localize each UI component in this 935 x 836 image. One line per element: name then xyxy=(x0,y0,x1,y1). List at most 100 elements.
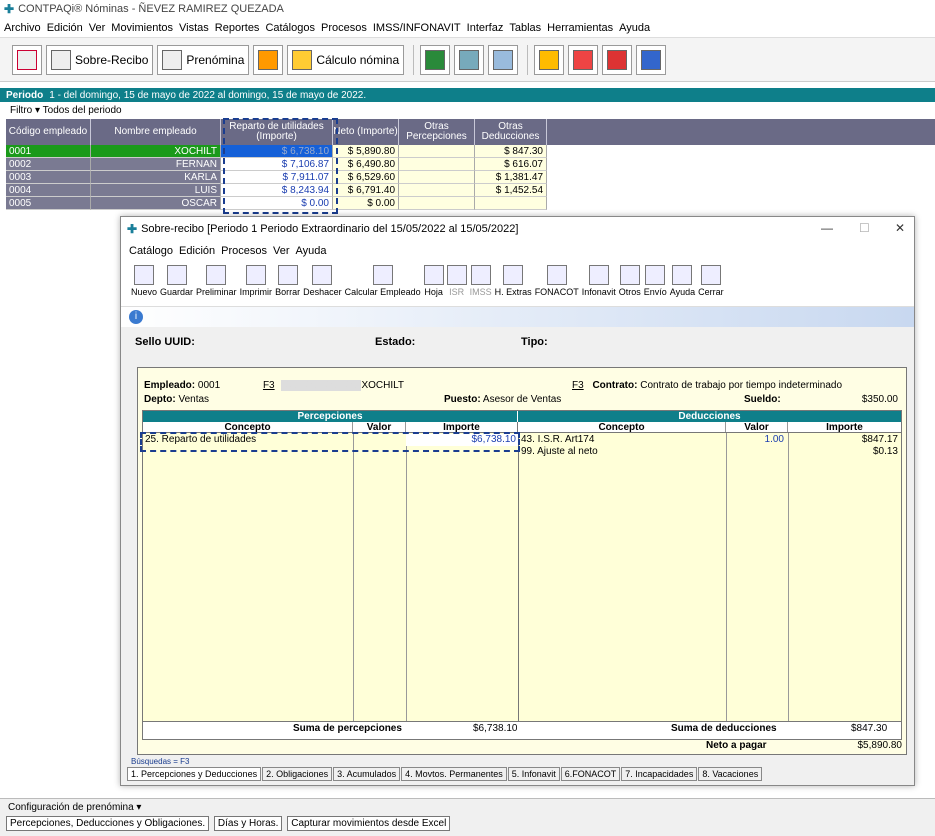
dialog-tab[interactable]: 7. Incapacidades xyxy=(621,767,698,781)
menu-item[interactable]: Tablas xyxy=(509,22,541,34)
col-header-name[interactable]: Nombre empleado xyxy=(91,119,221,145)
menu-item[interactable]: Reportes xyxy=(215,22,260,34)
menu-item[interactable]: Edición xyxy=(47,22,83,34)
menu-item[interactable]: Interfaz xyxy=(467,22,504,34)
tool-infonavit-button[interactable]: Infonavit xyxy=(582,265,616,297)
toolbar-separator xyxy=(413,44,415,75)
ded-row[interactable]: 99. Ajuste al neto $0.13 xyxy=(519,446,902,458)
ded-row[interactable]: 43. I.S.R. Art174 1.00 $847.17 xyxy=(519,434,902,446)
tab-percepciones[interactable]: Percepciones, Deducciones y Obligaciones… xyxy=(6,816,210,831)
tool-borrar-button[interactable]: Borrar xyxy=(275,265,300,297)
dialog-menu-item[interactable]: Edición xyxy=(179,245,215,257)
dialog-tab[interactable]: 2. Obligaciones xyxy=(262,767,333,781)
menu-item[interactable]: Vistas xyxy=(179,22,209,34)
menu-item[interactable]: Movimientos xyxy=(111,22,173,34)
imss-button[interactable] xyxy=(602,44,633,75)
layout-button[interactable] xyxy=(454,44,485,75)
app-title: CONTPAQi® Nóminas - ÑEVEZ RAMIREZ QUEZAD… xyxy=(18,3,284,15)
table-row[interactable]: 0001 XOCHILT $ 6,738.10 $ 5,890.80 $ 847.30 xyxy=(6,145,935,158)
exit-button[interactable] xyxy=(636,44,667,75)
table-row[interactable]: 0003 KARLA $ 7,911.07 $ 6,529.60 $ 1,381.47 xyxy=(6,171,935,184)
dialog-tab[interactable]: 1. Percepciones y Deducciones xyxy=(127,767,262,781)
filter-dropdown[interactable]: Filtro xyxy=(10,105,32,116)
dialog-tab[interactable]: 8. Vacaciones xyxy=(698,767,763,781)
table-row[interactable]: 0002 FERNAN $ 7,106.87 $ 6,490.80 $ 616.07 xyxy=(6,158,935,171)
table-row[interactable]: 0005 OSCAR $ 0.00 $ 0.00 xyxy=(6,197,935,210)
close-icon[interactable]: ✕ xyxy=(895,221,905,235)
menu-item[interactable]: Procesos xyxy=(321,22,367,34)
infonavit-button[interactable] xyxy=(568,44,599,75)
depto-row: Depto: Ventas xyxy=(144,394,209,405)
dialog-tab[interactable]: 6.FONACOT xyxy=(560,767,621,781)
menu-item[interactable]: Ayuda xyxy=(619,22,650,34)
perc-concepto-header: Concepto xyxy=(143,422,353,433)
maximize-icon[interactable]: ☐ xyxy=(859,221,870,235)
tool-guardar-button[interactable]: Guardar xyxy=(160,265,193,297)
col-header-otras-percepciones[interactable]: Otras Percepciones xyxy=(399,119,475,145)
config-prenomina[interactable]: Configuración de prenómina ▾ xyxy=(0,799,935,816)
info-bar: i xyxy=(121,307,914,327)
menu-item[interactable]: IMSS/INFONAVIT xyxy=(373,22,461,34)
tool-calcular-empleado-button[interactable]: Calcular Empleado xyxy=(345,265,421,297)
tool-ayuda-button[interactable]: Ayuda xyxy=(670,265,695,297)
tool-label: Infonavit xyxy=(581,287,616,297)
calculo-nomina-button[interactable]: Cálculo nómina xyxy=(287,44,405,75)
col-header-otras-deducciones[interactable]: Otras Deducciones xyxy=(475,119,547,145)
tool-h-extras-button[interactable]: H. Extras xyxy=(495,265,532,297)
period-bar: Periodo 1 - del domingo, 15 de mayo de 2… xyxy=(0,88,935,102)
tool-cerrar-button[interactable]: Cerrar xyxy=(698,265,724,297)
tool-fonacot-button[interactable]: FONACOT xyxy=(535,265,579,297)
tool-env-o-button[interactable]: Envío xyxy=(644,265,667,297)
row-code[interactable]: 0003 xyxy=(6,171,91,184)
deducciones-header: Deducciones xyxy=(678,411,741,422)
empleado-code[interactable]: 0001 xyxy=(198,380,220,391)
section-header: Percepciones Deducciones xyxy=(143,411,901,422)
f3-empleado[interactable]: F3 xyxy=(263,380,275,391)
home-button[interactable] xyxy=(12,44,42,75)
dialog-menu-item[interactable]: Catálogo xyxy=(129,245,173,257)
col-header-code[interactable]: Código empleado xyxy=(6,119,91,145)
dialog-tab[interactable]: 5. Infonavit xyxy=(507,767,560,781)
dialog-menu-item[interactable]: Ver xyxy=(273,245,290,257)
tool-preliminar-button[interactable]: Preliminar xyxy=(196,265,237,297)
row-name: KARLA xyxy=(91,171,221,184)
menu-item[interactable]: Ver xyxy=(89,22,106,34)
tool-isr-button[interactable]: ISR xyxy=(446,265,467,297)
tool-label: Calcular Empleado xyxy=(344,287,421,297)
dialog-tab[interactable]: 3. Acumulados xyxy=(333,767,401,781)
sobre-recibo-button[interactable]: Sobre-Recibo xyxy=(46,44,154,75)
row-otras-deducciones: $ 1,452.54 xyxy=(475,184,547,197)
tab-excel[interactable]: Capturar movimientos desde Excel xyxy=(287,816,451,831)
tab-dias-horas[interactable]: Días y Horas. xyxy=(213,816,283,831)
tool-imprimir-button[interactable]: Imprimir xyxy=(240,265,272,297)
table-row[interactable]: 0004 LUIS $ 8,243.94 $ 6,791.40 $ 1,452.54 xyxy=(6,184,935,197)
tool-imss-button[interactable]: IMSS xyxy=(470,265,492,297)
menu-item[interactable]: Archivo xyxy=(4,22,41,34)
minimize-icon[interactable]: — xyxy=(821,221,833,235)
warning-button[interactable] xyxy=(534,44,565,75)
tool-otros-button[interactable]: Otros xyxy=(619,265,641,297)
f3-contrato[interactable]: F3 xyxy=(572,380,584,391)
tool-deshacer-button[interactable]: Deshacer xyxy=(303,265,342,297)
calendar-button[interactable] xyxy=(253,44,284,75)
row-code[interactable]: 0004 xyxy=(6,184,91,197)
excel-button[interactable] xyxy=(420,44,451,75)
neto-value: $5,890.80 xyxy=(857,740,903,751)
menu-item[interactable]: Catálogos xyxy=(265,22,315,34)
highlight-reparto-column xyxy=(223,118,338,214)
tool-nuevo-button[interactable]: Nuevo xyxy=(131,265,157,297)
row-code[interactable]: 0005 xyxy=(6,197,91,210)
tool-hoja-button[interactable]: Hoja xyxy=(423,265,444,297)
help-button[interactable] xyxy=(488,44,519,75)
dialog-tab[interactable]: 4. Movtos. Permanentes xyxy=(401,767,507,781)
row-otras-percepciones xyxy=(399,171,475,184)
row-code[interactable]: 0002 xyxy=(6,158,91,171)
dialog-menu-item[interactable]: Ayuda xyxy=(296,245,327,257)
row-name: OSCAR xyxy=(91,197,221,210)
prenomina-button[interactable]: Prenómina xyxy=(157,44,250,75)
row-code[interactable]: 0001 xyxy=(6,145,91,158)
period-text[interactable]: 1 - del domingo, 15 de mayo de 2022 al d… xyxy=(49,90,366,101)
dialog-menu-item[interactable]: Procesos xyxy=(221,245,267,257)
col-header-neto[interactable]: Neto (Importe) xyxy=(333,119,399,145)
menu-item[interactable]: Herramientas xyxy=(547,22,613,34)
